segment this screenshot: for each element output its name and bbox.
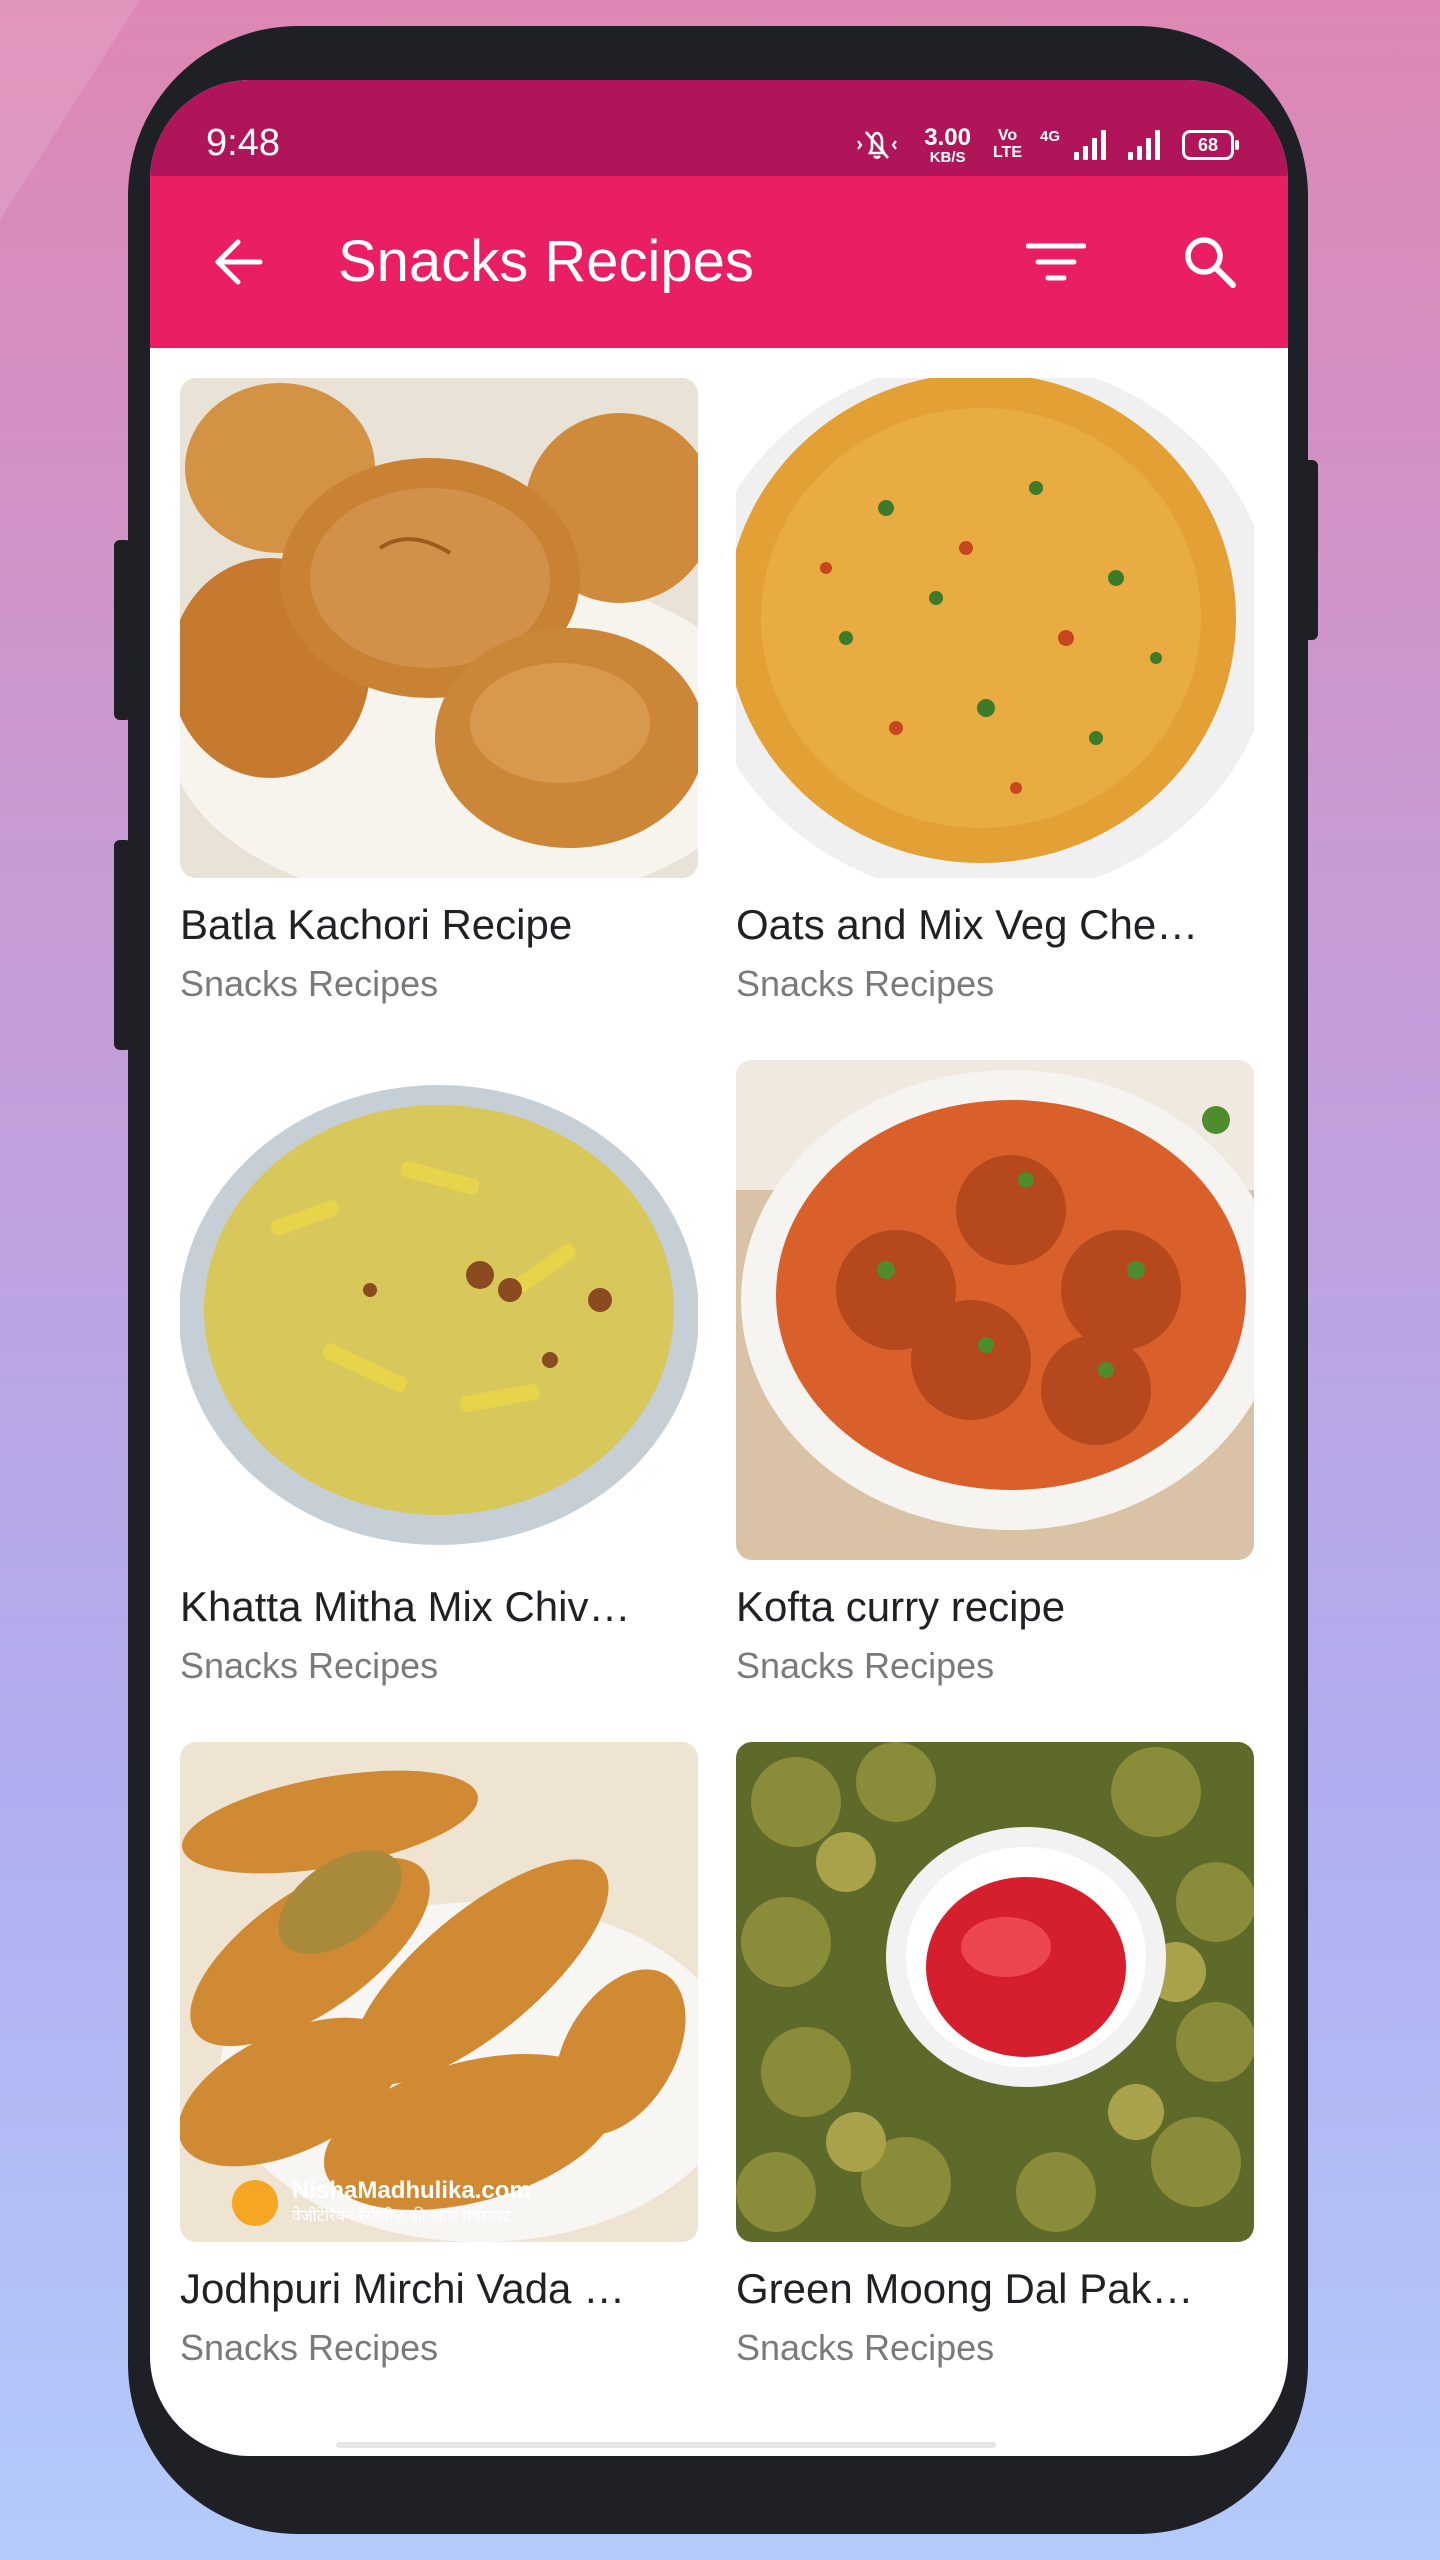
recipe-category: Snacks Recipes [180, 1645, 439, 1686]
recipe-image [736, 1742, 1254, 2242]
battery-icon: 68 [1182, 130, 1239, 160]
search-button[interactable] [1174, 226, 1246, 298]
filter-icon [1026, 243, 1086, 281]
recipe-card[interactable]: Batla Kachori Recipe Snacks Recipes [180, 378, 698, 1018]
status-icons: 3.00 KB/S Vo LTE 4G 68 [852, 122, 1239, 168]
recipe-image [736, 1060, 1254, 1560]
recipe-image: NishaMadhulika.com वेजीटेरियन रेसीपीज की… [180, 1742, 698, 2242]
page-title: Snacks Recipes [338, 229, 754, 294]
watermark: NishaMadhulika.com वेजीटेरियन रेसीपीज की… [292, 2178, 531, 2230]
recipe-card[interactable]: NishaMadhulika.com वेजीटेरियन रेसीपीज की… [180, 1742, 698, 2382]
volte-top: Vo [997, 127, 1018, 145]
app-bar: Snacks Recipes [150, 176, 1288, 348]
mute-icon [857, 131, 898, 159]
recipe-card[interactable]: Green Moong Dal Pak… Snacks Recipes [736, 1742, 1254, 2382]
recipe-card[interactable]: Oats and Mix Veg Che… Snacks Recipes [736, 378, 1254, 1018]
background-corner [0, 0, 140, 220]
recipe-category: Snacks Recipes [736, 963, 995, 1004]
speed-unit: KB/S [929, 148, 966, 166]
recipe-title: Green Moong Dal Pak… [736, 2265, 1194, 2312]
recipe-title: Kofta curry recipe [736, 1583, 1066, 1630]
search-icon [1185, 237, 1236, 288]
recipe-category: Snacks Recipes [736, 1645, 995, 1686]
recipe-title: Oats and Mix Veg Che… [736, 901, 1199, 948]
app-screen: 9:48 3.00 KB/S Vo LTE 4G 68 Snacks Recip… [150, 80, 1288, 2456]
network-speed: 3.00 KB/S [924, 123, 971, 166]
scroll-indicator [336, 2442, 996, 2448]
recipe-category: Snacks Recipes [736, 2327, 995, 2368]
network-type: 4G [1040, 128, 1061, 145]
watermark-brand: NishaMadhulika.com [292, 2177, 531, 2204]
status-bar: 9:48 3.00 KB/S Vo LTE 4G 68 [150, 80, 1288, 176]
volte-indicator: Vo LTE [992, 127, 1022, 162]
volte-bottom: LTE [992, 144, 1022, 161]
recipe-category: Snacks Recipes [180, 2327, 439, 2368]
back-arrow-icon [215, 239, 263, 285]
network-4g-icon: 4G [1040, 128, 1106, 160]
status-time: 9:48 [206, 122, 280, 164]
back-button[interactable] [202, 226, 274, 298]
watermark-logo [232, 2180, 278, 2226]
recipe-card[interactable]: Khatta Mitha Mix Chiv… Snacks Recipes [180, 1060, 698, 1700]
recipe-title: Jodhpuri Mirchi Vada … [180, 2265, 626, 2312]
recipe-card[interactable]: Kofta curry recipe Snacks Recipes [736, 1060, 1254, 1700]
speed-value: 3.00 [924, 123, 971, 151]
recipe-title: Khatta Mitha Mix Chiv… [180, 1583, 631, 1630]
recipe-image [736, 378, 1254, 878]
recipe-image [180, 1060, 698, 1560]
watermark-tagline: वेजीटेरियन रेसीपीज की खास वेबसाइट [292, 2208, 512, 2225]
recipe-image [180, 378, 698, 878]
signal-icon [1128, 130, 1160, 160]
recipe-title: Batla Kachori Recipe [180, 901, 573, 948]
battery-level: 68 [1197, 134, 1219, 155]
recipe-category: Snacks Recipes [180, 963, 439, 1004]
filter-button[interactable] [1020, 226, 1092, 298]
